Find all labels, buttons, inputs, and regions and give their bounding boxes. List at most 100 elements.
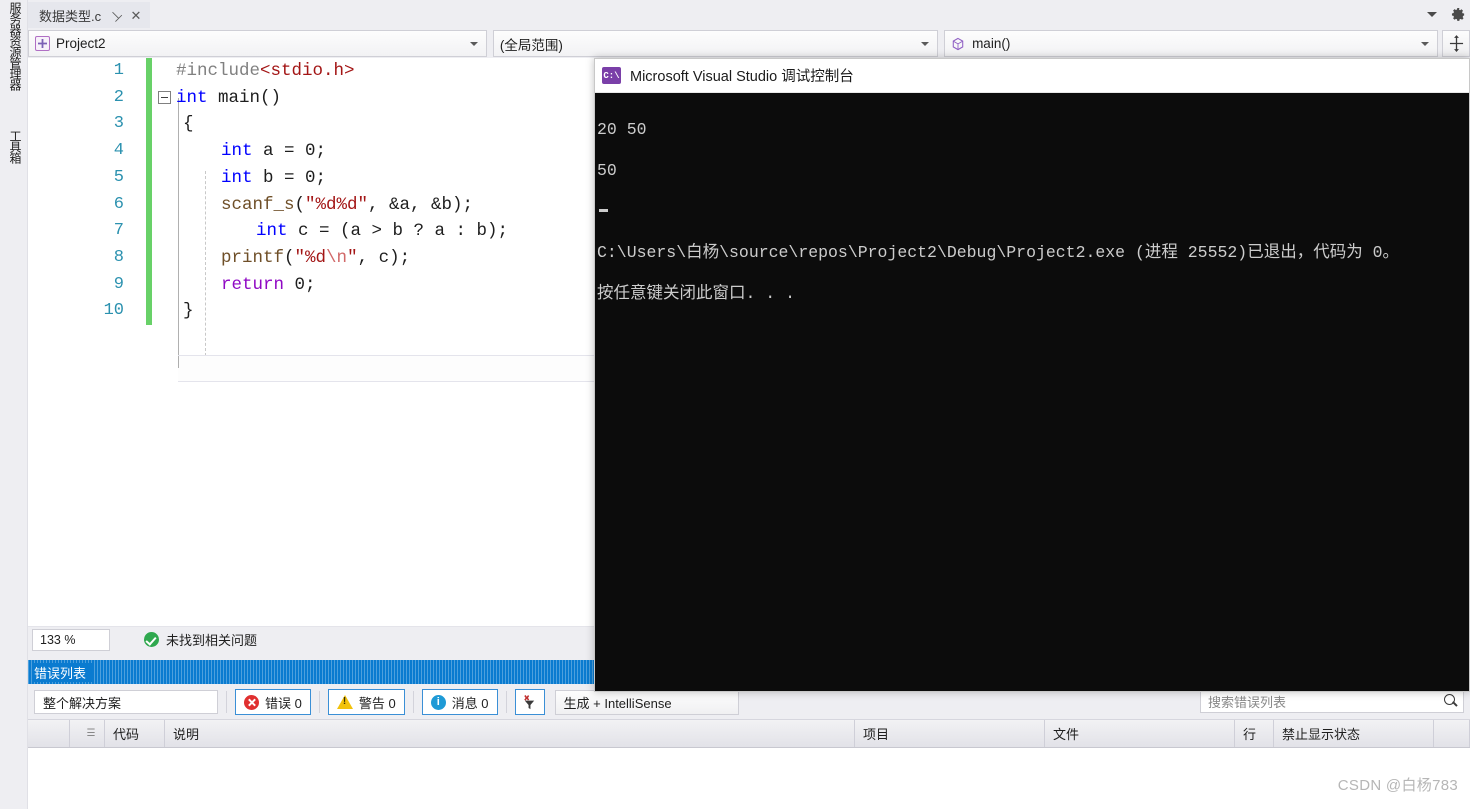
column-header-suppression[interactable]: 禁止显示状态 — [1274, 720, 1434, 747]
code-line-8: printf("%d\n", c); — [221, 245, 410, 272]
column-header-description[interactable]: 说明 — [165, 720, 855, 747]
gear-icon[interactable] — [1451, 7, 1466, 22]
code-line-1: #include<stdio.h> — [176, 58, 355, 85]
project-dropdown[interactable]: Project2 — [28, 30, 487, 57]
console-cursor — [599, 209, 608, 212]
scope-dropdown-label: (全局范围) — [499, 37, 563, 53]
watermark: CSDN @白杨783 — [1337, 777, 1458, 794]
toolbar-separator — [412, 691, 414, 713]
split-view-button[interactable] — [1442, 30, 1470, 57]
document-tab-strip: 数据类型.c ⊣ ✕ — [28, 0, 1470, 28]
console-line: C:\Users\白杨\source\repos\Project2\Debug\… — [597, 242, 1399, 262]
console-title-bar[interactable]: C:\ Microsoft Visual Studio 调试控制台 — [595, 59, 1469, 93]
debug-console-window[interactable]: C:\ Microsoft Visual Studio 调试控制台 20 50 … — [594, 58, 1470, 692]
member-dropdown-label: main() — [972, 36, 1011, 51]
search-placeholder: 搜索错误列表 — [1208, 694, 1287, 710]
build-filter-label: 生成 + IntelliSense — [563, 695, 672, 711]
error-scope-dropdown[interactable]: 整个解决方案 — [34, 690, 218, 714]
code-token-escape: \n — [326, 247, 348, 268]
check-circle-icon — [144, 632, 159, 647]
code-line-4: int a = 0; — [221, 138, 326, 165]
messages-filter-label: 消息 0 — [451, 695, 489, 711]
console-title: Microsoft Visual Studio 调试控制台 — [630, 69, 854, 85]
line-number: 3 — [113, 114, 124, 134]
console-line: 20 50 — [597, 119, 647, 139]
issue-status-label: 未找到相关问题 — [166, 633, 258, 648]
error-scope-label: 整个解决方案 — [43, 695, 122, 711]
sidebar-item-server-explorer[interactable]: 服务器资源管理器 — [0, 2, 28, 122]
code-token-function: scanf_s — [221, 194, 295, 215]
column-header-line[interactable]: 行 — [1235, 720, 1274, 747]
code-token-brace: } — [183, 301, 194, 322]
console-icon: C:\ — [602, 67, 621, 84]
code-token-keyword: int — [176, 87, 208, 108]
toolbar-separator — [226, 691, 227, 713]
close-icon[interactable]: ✕ — [130, 9, 141, 22]
toolbar-separator — [318, 691, 320, 713]
chevron-down-icon[interactable] — [1421, 41, 1430, 46]
warning-icon — [336, 695, 353, 709]
document-tab-label: 数据类型.c — [39, 9, 102, 24]
chevron-down-icon[interactable] — [469, 41, 478, 46]
issue-status[interactable]: 未找到相关问题 — [144, 630, 257, 649]
member-dropdown[interactable]: main() — [944, 30, 1439, 57]
code-line-3: { — [183, 111, 194, 138]
code-line-10: } — [183, 298, 194, 325]
code-token-include: #include — [176, 61, 261, 81]
toolbar-separator — [505, 691, 507, 713]
zoom-level-label: 133 % — [40, 632, 76, 647]
visual-studio-window: 服务器资源管理器 工具箱 数据类型.c ⊣ ✕ Project2 (全局范围) … — [0, 0, 1470, 809]
code-token-string: "%d — [294, 247, 327, 268]
line-number: 1 — [113, 61, 124, 80]
build-filter-dropdown[interactable]: 生成 + IntelliSense — [554, 689, 739, 715]
code-token-value: 0; — [284, 274, 316, 295]
code-token-paren: ( — [284, 247, 295, 268]
clear-filter-button[interactable] — [514, 689, 545, 715]
split-view-icon — [1449, 35, 1463, 52]
line-number: 6 — [113, 194, 124, 214]
column-header-code[interactable]: 代码 — [105, 720, 165, 747]
line-number: 9 — [113, 274, 124, 294]
sort-indicator-icon: ☰ — [86, 728, 96, 740]
code-token-args: , &a, &b); — [368, 194, 474, 215]
navigation-bar: Project2 (全局范围) main() — [28, 29, 1470, 58]
code-token-header: <stdio.h> — [260, 61, 355, 81]
scope-dropdown[interactable]: (全局范围) — [492, 30, 939, 57]
column-header-severity[interactable]: ☰ — [70, 720, 105, 747]
messages-filter-button[interactable]: 消息 0 — [421, 689, 498, 715]
method-icon — [951, 37, 965, 51]
console-output[interactable]: 20 50 50 C:\Users\白杨\source\repos\Projec… — [595, 93, 1469, 345]
code-token-paren: ( — [294, 194, 306, 215]
tab-strip-actions — [1427, 4, 1466, 24]
pin-icon[interactable]: ⊣ — [106, 6, 125, 25]
line-number: 8 — [113, 247, 124, 267]
errors-filter-label: 错误 0 — [265, 695, 302, 711]
column-header-project[interactable]: 项目 — [855, 720, 1045, 747]
zoom-level-dropdown[interactable]: 133 % — [32, 628, 110, 651]
line-number: 2 — [113, 87, 124, 107]
code-token-string-end: " — [347, 247, 358, 268]
code-line-6: scanf_s("%d%d", &a, &b); — [221, 192, 473, 219]
code-token-args: , c); — [357, 247, 411, 268]
left-dock: 服务器资源管理器 工具箱 — [0, 0, 28, 809]
errors-filter-button[interactable]: 错误 0 — [235, 689, 311, 715]
code-line-9: return 0; — [221, 272, 316, 299]
code-token-keyword: int — [221, 167, 253, 188]
sidebar-item-toolbox[interactable]: 工具箱 — [0, 130, 28, 190]
code-token-decl: b = 0; — [252, 167, 327, 188]
console-line: 50 — [597, 160, 617, 180]
search-error-list-input[interactable]: 搜索错误列表 — [1200, 689, 1464, 713]
search-icon[interactable] — [1444, 694, 1458, 708]
column-header-spacer — [1434, 720, 1470, 747]
code-token-decl: a = 0; — [252, 141, 327, 162]
error-list-rows[interactable] — [28, 748, 1470, 809]
chevron-down-icon[interactable] — [921, 41, 930, 46]
column-header-file[interactable]: 文件 — [1045, 720, 1235, 747]
line-number: 4 — [113, 141, 124, 161]
column-header-select[interactable] — [28, 720, 70, 747]
warnings-filter-button[interactable]: 警告 0 — [327, 689, 405, 715]
document-tab[interactable]: 数据类型.c ⊣ ✕ — [28, 2, 151, 28]
project-icon — [35, 36, 50, 51]
clear-filter-icon — [524, 694, 535, 709]
chevron-down-icon[interactable] — [1427, 11, 1437, 17]
